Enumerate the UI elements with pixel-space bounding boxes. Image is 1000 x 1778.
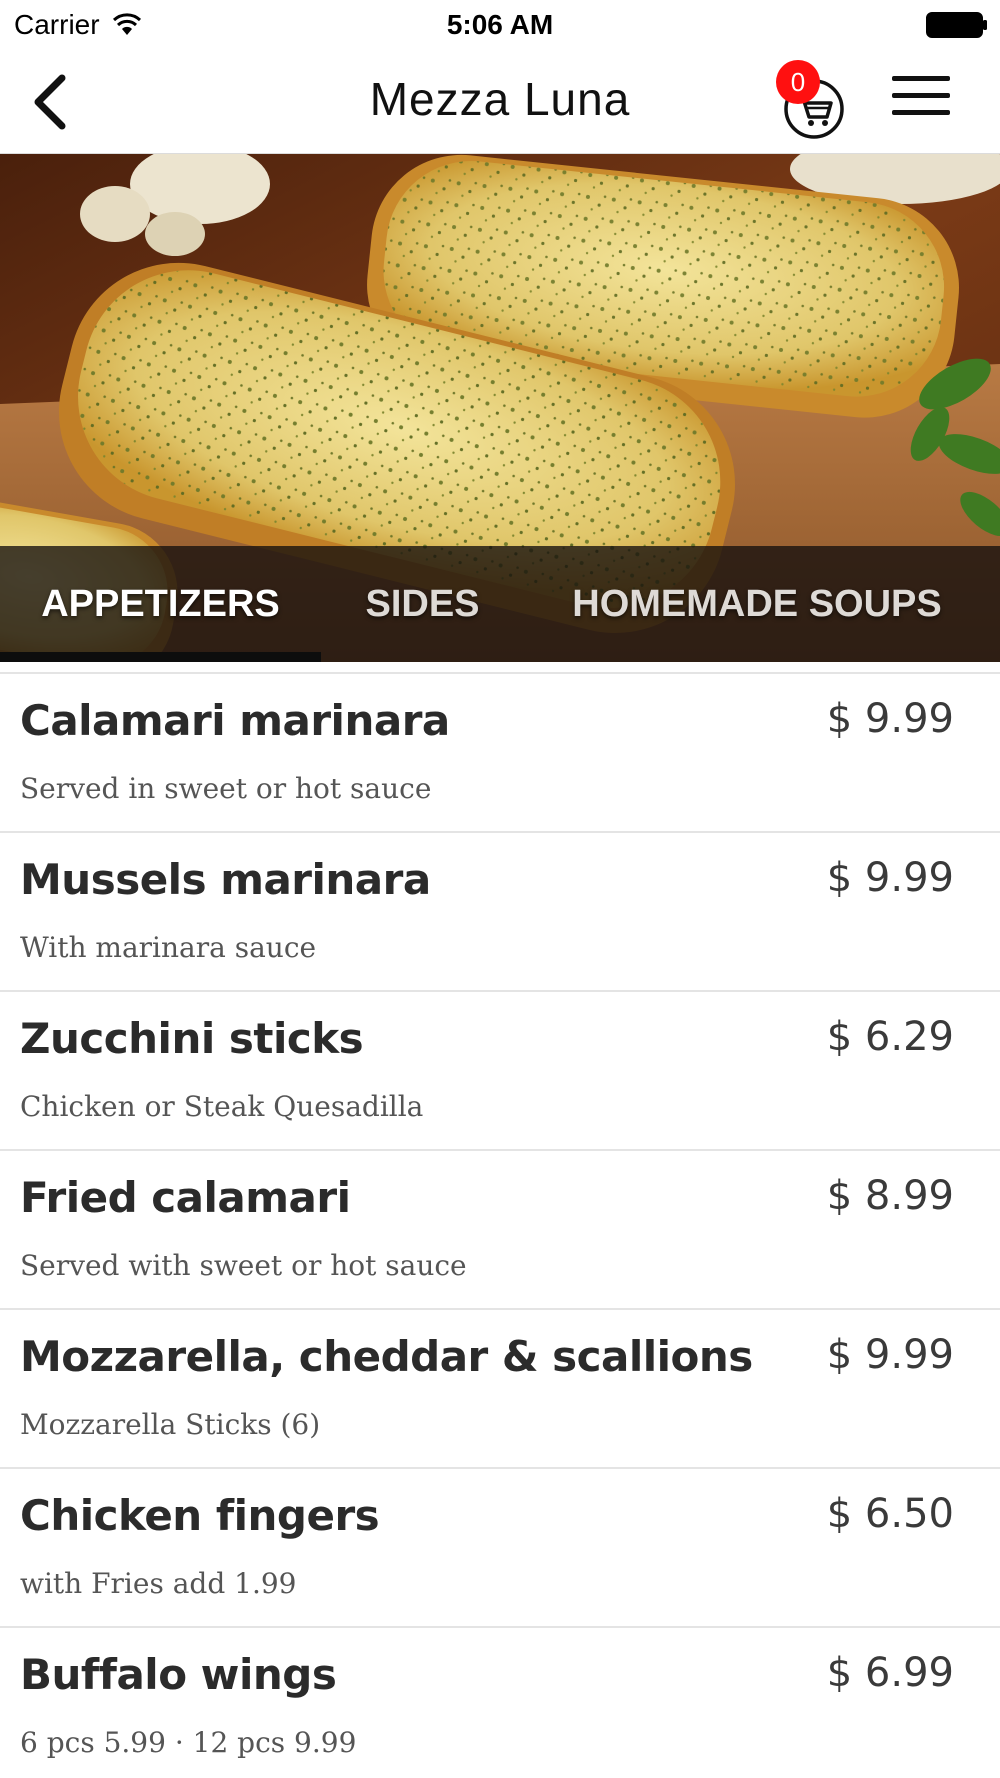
item-description: Mozzarella Sticks (6)	[20, 1408, 321, 1441]
status-time: 5:06 AM	[446, 9, 554, 40]
item-name: Calamari marinara	[20, 696, 450, 745]
cart-count-badge: 0	[776, 60, 820, 104]
item-description: with Fries add 1.99	[20, 1567, 297, 1600]
tab-appetizers[interactable]: APPETIZERS	[0, 546, 321, 662]
tab-label: APPETIZERS	[41, 582, 280, 625]
tab-label: SIDES	[365, 582, 480, 625]
list-item[interactable]: Zucchini sticks $ 6.29 Chicken or Steak …	[0, 992, 1000, 1151]
item-price: $ 9.99	[826, 696, 954, 742]
item-name: Fried calamari	[20, 1173, 351, 1222]
nav-bar: Mezza Luna 0	[0, 50, 1000, 154]
list-item[interactable]: Calamari marinara $ 9.99 Served in sweet…	[0, 674, 1000, 833]
list-item[interactable]: Fried calamari $ 8.99 Served with sweet …	[0, 1151, 1000, 1310]
item-price: $ 8.99	[826, 1173, 954, 1219]
tab-label: HOMEMADE SOUPS	[572, 582, 942, 625]
category-tabs: APPETIZERS SIDES HOMEMADE SOUPS	[0, 546, 1000, 662]
item-name: Zucchini sticks	[20, 1014, 364, 1063]
menu-list: Calamari marinara $ 9.99 Served in sweet…	[0, 672, 1000, 1778]
hero-banner: APPETIZERS SIDES HOMEMADE SOUPS	[0, 154, 1000, 662]
cart-button[interactable]: 0	[776, 60, 852, 146]
menu-button[interactable]	[888, 64, 956, 134]
item-price: $ 9.99	[826, 1332, 954, 1378]
hamburger-menu-icon	[892, 76, 950, 115]
item-price: $ 6.50	[826, 1491, 954, 1537]
item-price: $ 9.99	[826, 855, 954, 901]
item-name: Chicken fingers	[20, 1491, 380, 1540]
list-item[interactable]: Mussels marinara $ 9.99 With marinara sa…	[0, 833, 1000, 992]
item-price: $ 6.29	[826, 1014, 954, 1060]
item-description: With marinara sauce	[20, 931, 317, 964]
item-price: $ 6.99	[826, 1650, 954, 1696]
item-description: Served with sweet or hot sauce	[20, 1249, 467, 1282]
item-name: Mozzarella, cheddar & scallions	[20, 1332, 753, 1381]
selected-tab-indicator	[0, 652, 321, 662]
item-description: 6 pcs 5.99 · 12 pcs 9.99	[20, 1726, 357, 1759]
tab-sides[interactable]: SIDES	[321, 546, 524, 662]
list-item[interactable]: Buffalo wings $ 6.99 6 pcs 5.99 · 12 pcs…	[0, 1628, 1000, 1778]
status-bar: Carrier 5:06 AM	[0, 0, 1000, 50]
item-name: Buffalo wings	[20, 1650, 337, 1699]
tab-homemade-soups[interactable]: HOMEMADE SOUPS	[524, 546, 990, 662]
battery-icon	[926, 12, 987, 38]
item-description: Served in sweet or hot sauce	[20, 772, 432, 805]
list-item[interactable]: Mozzarella, cheddar & scallions $ 9.99 M…	[0, 1310, 1000, 1469]
item-name: Mussels marinara	[20, 855, 431, 904]
list-item[interactable]: Chicken fingers $ 6.50 with Fries add 1.…	[0, 1469, 1000, 1628]
item-description: Chicken or Steak Quesadilla	[20, 1090, 424, 1123]
